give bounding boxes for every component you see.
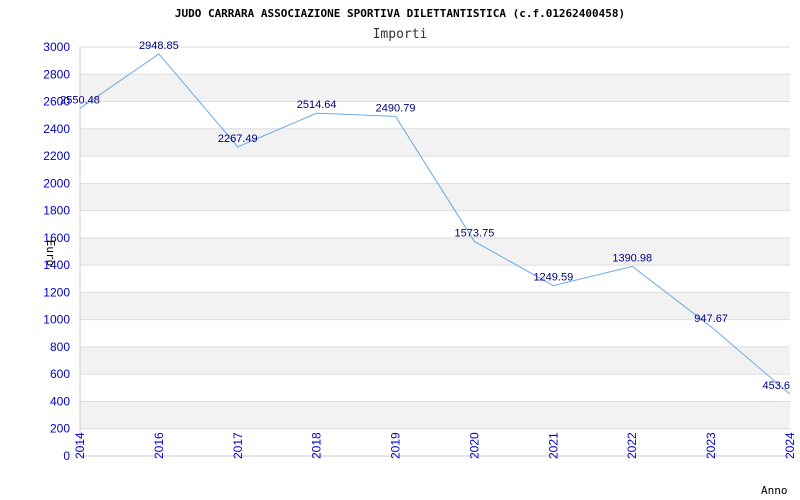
- y-tick-label: 400: [50, 394, 70, 408]
- series-line: [79, 53, 791, 395]
- y-tick-label: 2000: [43, 176, 70, 190]
- grid-band: [80, 237, 790, 266]
- x-tick-label: 2023: [704, 432, 718, 459]
- y-tick-label: 200: [50, 422, 70, 436]
- grid-band: [80, 401, 790, 429]
- chart-title: JUDO CARRARA ASSOCIAZIONE SPORTIVA DILET…: [175, 7, 625, 20]
- x-tick-label: 2022: [625, 432, 639, 459]
- data-label: 2948.85: [139, 40, 179, 52]
- data-label: 2490.79: [376, 102, 416, 114]
- x-tick-label: 2016: [152, 432, 166, 459]
- x-tick-label: 2020: [467, 432, 481, 459]
- grid-band: [80, 346, 790, 375]
- y-tick-label: 0: [63, 449, 70, 463]
- y-axis-label: Euro: [44, 240, 57, 267]
- x-tick-label: 2019: [389, 432, 403, 459]
- x-tick-label: 2014: [73, 432, 87, 459]
- grid-band: [80, 128, 790, 157]
- data-label: 2514.64: [297, 99, 337, 111]
- line-chart: 0200400600800100012001400160018002000220…: [43, 7, 797, 497]
- data-label: 947.67: [694, 313, 728, 325]
- y-tick-label: 1200: [43, 285, 70, 299]
- data-label: 1573.75: [455, 227, 495, 239]
- y-tick-label: 2200: [43, 149, 70, 163]
- data-label: 2550.48: [60, 94, 100, 106]
- data-label: 453.6: [762, 380, 790, 392]
- grid-band: [80, 183, 790, 211]
- x-tick-label: 2018: [310, 432, 324, 459]
- chart-subtitle: Importi: [373, 27, 428, 42]
- x-tick-labels: 2014 2016 2017 2018 2019 2020 2021 2022 2023 2024: [73, 432, 797, 459]
- data-label: 1390.98: [612, 252, 652, 264]
- grid-band: [80, 74, 790, 102]
- y-tick-label: 3000: [43, 40, 70, 54]
- data-label: 1249.59: [533, 272, 573, 284]
- x-tick-label: 2021: [546, 432, 560, 459]
- data-label: 2267.49: [218, 133, 258, 145]
- y-tick-label: 2400: [43, 122, 70, 136]
- y-tick-label: 1800: [43, 204, 70, 218]
- x-tick-label: 2017: [231, 432, 245, 459]
- y-tick-label: 2800: [43, 67, 70, 81]
- grid-bands: [80, 74, 790, 429]
- y-tick-label: 1000: [43, 313, 70, 327]
- y-tick-label: 600: [50, 367, 70, 381]
- y-tick-label: 800: [50, 340, 70, 354]
- x-axis-label: Anno: [761, 484, 788, 497]
- x-tick-label: 2024: [783, 432, 797, 459]
